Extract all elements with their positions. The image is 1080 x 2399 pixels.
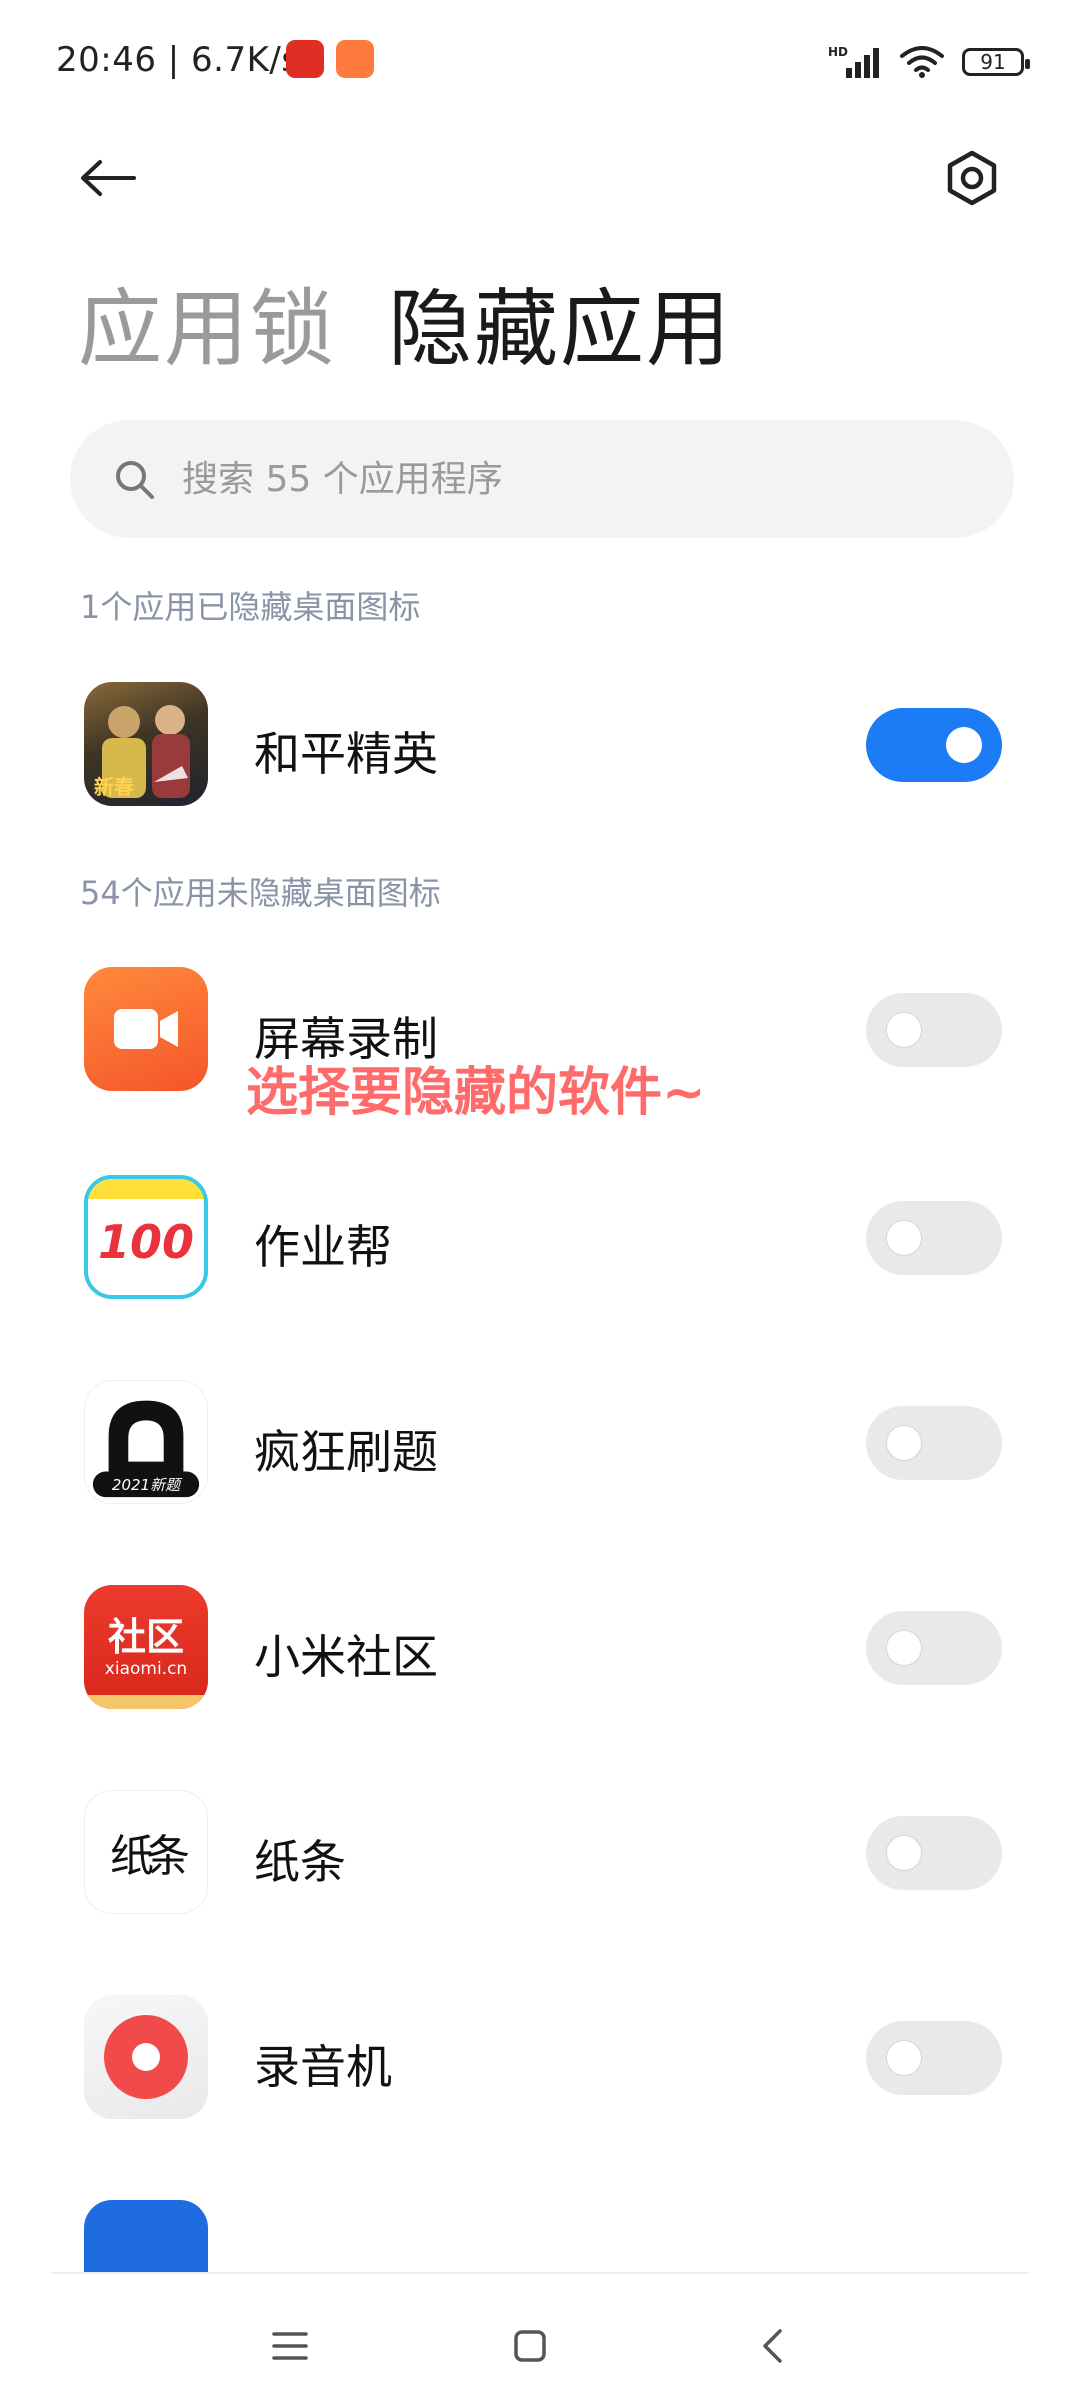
hide-toggle-zuoyebang[interactable] — [866, 1201, 1002, 1275]
tab-bar: 应用锁 隐藏应用 — [78, 262, 732, 383]
nav-divider — [52, 2272, 1028, 2274]
settings-button[interactable] — [934, 140, 1010, 216]
list-item: 纸条 纸条 — [0, 1790, 1080, 1920]
back-nav-button[interactable] — [742, 2316, 802, 2376]
arrow-left-icon — [81, 160, 136, 196]
menu-icon — [272, 2332, 308, 2360]
taobao-notification-icon — [336, 40, 374, 78]
zhitiao-icon: 纸条 — [84, 1790, 208, 1914]
app-name: 作业帮 — [254, 1220, 392, 1274]
community-icon-subtext: xiaomi.cn — [104, 1659, 188, 1679]
app-name: 录音机 — [254, 2040, 392, 2094]
toggle-knob — [886, 2040, 922, 2076]
pinduoduo-notification-icon — [286, 40, 324, 78]
home-square-icon — [514, 2330, 546, 2362]
search-icon — [116, 461, 154, 499]
toggle-knob — [886, 1012, 922, 1048]
unhidden-apps-section-label: 54个应用未隐藏桌面图标 — [80, 874, 441, 912]
toggle-knob — [946, 727, 982, 763]
status-icons: HD 91 — [828, 42, 1030, 82]
icon-cloud-band — [84, 1695, 208, 1709]
toggle-knob — [886, 1220, 922, 1256]
shuati-icon-text: 2021新题 — [111, 1476, 181, 1494]
network-type: HD — [828, 45, 848, 59]
overlay-caption: 选择要隐藏的软件~ — [246, 1063, 706, 1123]
partial-app-icon — [84, 2200, 208, 2272]
zuoyebang-icon-text: 100 — [97, 1215, 195, 1269]
list-item: 2021新题 疯狂刷题 — [0, 1380, 1080, 1510]
game-icon-badge: 新春 — [94, 775, 134, 799]
peace-elite-game-icon: 新春 — [84, 682, 208, 806]
list-item: 社区 xiaomi.cn 小米社区 — [0, 1585, 1080, 1715]
toggle-knob — [886, 1835, 922, 1871]
hide-toggle-fengkuang-shuati[interactable] — [866, 1406, 1002, 1480]
app-name: 疯狂刷题 — [254, 1425, 438, 1479]
record-dot-icon — [104, 2015, 188, 2099]
hide-toggle-voice-recorder[interactable] — [866, 2021, 1002, 2095]
hide-toggle-zhitiao[interactable] — [866, 1816, 1002, 1890]
hide-toggle-screen-recorder[interactable] — [866, 993, 1002, 1067]
app-name: 纸条 — [254, 1835, 346, 1889]
icon-top-band — [88, 1179, 204, 1199]
battery-level: 91 — [980, 50, 1006, 74]
signal-icon: HD — [828, 45, 879, 78]
status-bar: 20:46 | 6.7K/s HD 91 — [0, 0, 1080, 120]
community-icon-text: 社区 — [107, 1615, 184, 1659]
hidden-apps-section-label: 1个应用已隐藏桌面图标 — [80, 588, 421, 626]
video-camera-icon — [114, 1009, 178, 1049]
zuoyebang-icon: 100 — [84, 1175, 208, 1299]
navigation-bar — [0, 2290, 1080, 2399]
battery-indicator: 91 — [962, 48, 1030, 76]
hide-toggle-xiaomi-community[interactable] — [866, 1611, 1002, 1685]
search-input[interactable] — [180, 457, 944, 501]
voice-recorder-icon — [84, 1995, 208, 2119]
chevron-left-icon — [763, 2329, 782, 2363]
xiaomi-community-icon: 社区 xiaomi.cn — [84, 1585, 208, 1709]
zhitiao-icon-text: 纸条 — [110, 1831, 190, 1882]
app-name: 和平精英 — [254, 727, 438, 781]
screen-recorder-icon — [84, 967, 208, 1091]
menu-nav-button[interactable] — [260, 2316, 320, 2376]
list-item: 录音机 — [0, 1995, 1080, 2125]
gear-icon — [947, 150, 997, 206]
home-nav-button[interactable] — [500, 2316, 560, 2376]
list-item: 100 作业帮 — [0, 1175, 1080, 1305]
back-button[interactable] — [70, 140, 146, 216]
wifi-icon — [900, 46, 944, 78]
hide-toggle-peace-elite[interactable] — [866, 708, 1002, 782]
search-bar[interactable] — [70, 420, 1014, 538]
fengkuang-shuati-icon: 2021新题 — [84, 1380, 208, 1504]
list-item: 新春 和平精英 — [0, 682, 1080, 812]
toggle-knob — [886, 1425, 922, 1461]
toggle-knob — [886, 1630, 922, 1666]
status-time-speed: 20:46 | 6.7K/s — [56, 40, 300, 80]
tab-hidden-apps[interactable]: 隐藏应用 — [388, 262, 732, 383]
tab-app-lock[interactable]: 应用锁 — [78, 262, 336, 383]
app-name: 小米社区 — [254, 1630, 438, 1684]
